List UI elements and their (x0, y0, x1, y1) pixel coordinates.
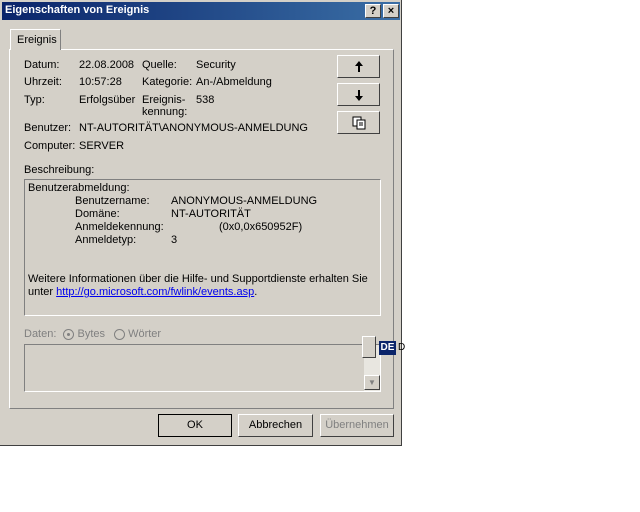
daten-row: Daten: Bytes Wörter (24, 328, 161, 340)
bytes-radio-icon (63, 328, 75, 340)
kategorie-label: Kategorie: (142, 76, 193, 88)
desc-info-prefix: unter (28, 286, 54, 298)
data-box[interactable]: ▼ (24, 344, 381, 392)
datum-label: Datum: (24, 59, 60, 71)
computer-value: SERVER (79, 140, 125, 152)
quelle-label: Quelle: (142, 59, 177, 71)
apply-button[interactable]: Übernehmen (320, 414, 394, 437)
language-indicator-trailing: D (398, 342, 406, 353)
desc-key-benutzername: Benutzername: (75, 195, 150, 207)
bytes-radio[interactable]: Bytes (63, 328, 105, 340)
description-box[interactable]: Benutzerabmeldung: Benutzername: ANONYMO… (24, 179, 381, 316)
kategorie-value: An-/Abmeldung (196, 76, 272, 88)
quelle-value: Security (196, 59, 236, 71)
cancel-button[interactable]: Abbrechen (238, 414, 313, 437)
help-link[interactable]: http://go.microsoft.com/fwlink/events.as… (56, 286, 254, 298)
bytes-radio-label: Bytes (77, 328, 105, 340)
typ-label: Typ: (24, 94, 45, 106)
copy-icon (352, 116, 365, 130)
desc-key-anmeldetyp: Anmeldetyp: (75, 234, 137, 246)
desc-key-anmeldekennung: Anmeldekennung: (75, 221, 164, 233)
ereignis-label-2: kennung: (142, 106, 188, 118)
computer-label: Computer: (24, 140, 76, 152)
desc-value-anmeldetyp: 3 (171, 234, 178, 246)
beschreibung-label: Beschreibung: (24, 164, 95, 176)
window-title: Eigenschaften von Ereignis (5, 4, 150, 16)
desc-value-domaene: NT-AUTORITÄT (171, 208, 251, 220)
datum-value: 22.08.2008 (79, 59, 135, 71)
tab-ereignis-label: Ereignis (17, 34, 57, 46)
slider-handle[interactable] (362, 336, 376, 358)
desc-key-domaene: Domäne: (75, 208, 120, 220)
event-properties-dialog: Eigenschaften von Ereignis ? × Ereignis … (0, 0, 402, 446)
woerter-radio[interactable]: Wörter (114, 328, 161, 340)
uhrzeit-value: 10:57:28 (79, 76, 122, 88)
next-event-button[interactable] (337, 83, 380, 106)
arrow-down-icon (354, 90, 363, 101)
typ-value: Erfolgsüber (79, 94, 136, 106)
close-button[interactable]: × (383, 4, 399, 18)
desc-info-line: unter http://go.microsoft.com/fwlink/eve… (28, 286, 257, 298)
copy-to-clipboard-button[interactable] (337, 111, 380, 134)
ok-button[interactable]: OK (158, 414, 232, 437)
desc-value-anmeldekennung: (0x0,0x650952F) (219, 221, 303, 233)
daten-label: Daten: (24, 328, 57, 340)
woerter-radio-icon (114, 328, 126, 340)
previous-event-button[interactable] (337, 55, 380, 78)
woerter-radio-label: Wörter (128, 328, 162, 340)
desc-value-benutzername: ANONYMOUS-ANMELDUNG (171, 195, 318, 207)
ereignis-value: 538 (196, 94, 215, 106)
arrow-up-icon (354, 61, 363, 72)
benutzer-value: NT-AUTORITÄT\ANONYMOUS-ANMELDUNG (79, 122, 308, 134)
desc-link-suffix: . (254, 286, 258, 298)
tab-ereignis[interactable]: Ereignis (10, 29, 61, 50)
language-indicator[interactable]: DE (379, 341, 396, 355)
scroll-down-button[interactable]: ▼ (364, 375, 380, 390)
benutzer-label: Benutzer: (24, 122, 72, 134)
ereignis-label-1: Ereignis- (142, 94, 186, 106)
uhrzeit-label: Uhrzeit: (24, 76, 62, 88)
help-button[interactable]: ? (365, 4, 381, 18)
description-heading: Benutzerabmeldung: (28, 182, 130, 194)
desc-info-text: Weitere Informationen über die Hilfe- un… (28, 273, 368, 285)
title-bar: Eigenschaften von Ereignis ? × (2, 2, 400, 20)
